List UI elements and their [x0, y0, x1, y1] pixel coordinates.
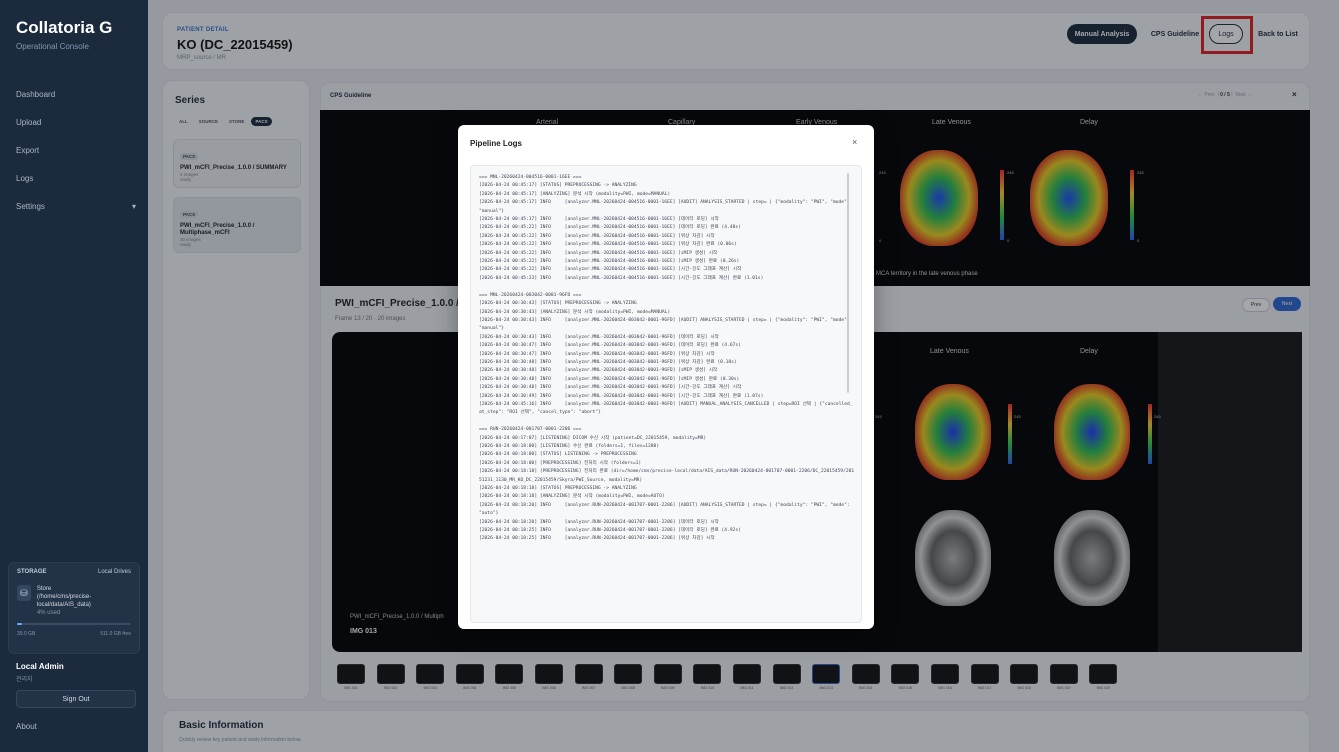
about-link[interactable]: About — [16, 722, 37, 731]
log-scrollbar[interactable] — [847, 173, 849, 393]
sidebar: Collatoria G Operational Console Dashboa… — [0, 0, 148, 752]
log-text: === MNL-20260424-004516-0001-16EE === [2… — [479, 175, 855, 542]
sidebar-item-upload[interactable]: Upload — [16, 108, 136, 136]
storage-path: (/home/cms/precise-local/data/AIS_data) — [36, 594, 92, 608]
user-role: 관리자 — [16, 677, 33, 683]
sidebar-item-label: Settings — [16, 201, 45, 211]
sidebar-item-label: Dashboard — [16, 89, 56, 99]
sign-out-button[interactable]: Sign Out — [16, 690, 136, 708]
chevron-down-icon: ▾ — [131, 201, 136, 211]
sidebar-item-logs[interactable]: Logs — [16, 164, 136, 192]
modal-title: Pipeline Logs — [470, 139, 523, 148]
storage-panel: STORAGE Local Drives ⛁ Store (/home/cms/… — [8, 562, 140, 654]
sidebar-item-label: Upload — [16, 117, 42, 127]
storage-total: 39.0 GB — [17, 631, 36, 637]
sidebar-item-label: Export — [16, 145, 40, 155]
sidebar-item-export[interactable]: Export — [16, 136, 136, 164]
storage-free: 511.0 GB free — [100, 631, 131, 637]
sidebar-item-settings[interactable]: Settings ▾ — [16, 192, 136, 220]
storage-name: Store — [36, 586, 52, 592]
drive-icon: ⛁ — [17, 585, 31, 601]
pipeline-logs-modal: Pipeline Logs × === MNL-20260424-004516-… — [458, 125, 874, 629]
close-icon[interactable]: × — [852, 137, 857, 147]
user-name: Local Admin — [16, 662, 64, 671]
sidebar-nav: Dashboard Upload Export Logs Settings ▾ — [16, 80, 136, 220]
storage-usage-fill — [17, 623, 22, 625]
storage-used: 4% used — [36, 610, 61, 616]
sidebar-item-dashboard[interactable]: Dashboard — [16, 80, 136, 108]
app-subtitle: Operational Console — [16, 42, 89, 51]
sidebar-item-label: Logs — [16, 173, 34, 183]
storage-usage-bar — [17, 623, 131, 625]
log-viewer[interactable]: === MNL-20260424-004516-0001-16EE === [2… — [470, 165, 862, 623]
storage-heading: STORAGE — [17, 569, 47, 575]
app-name: Collatoria G — [16, 18, 113, 37]
storage-mode: Local Drives — [97, 569, 131, 575]
